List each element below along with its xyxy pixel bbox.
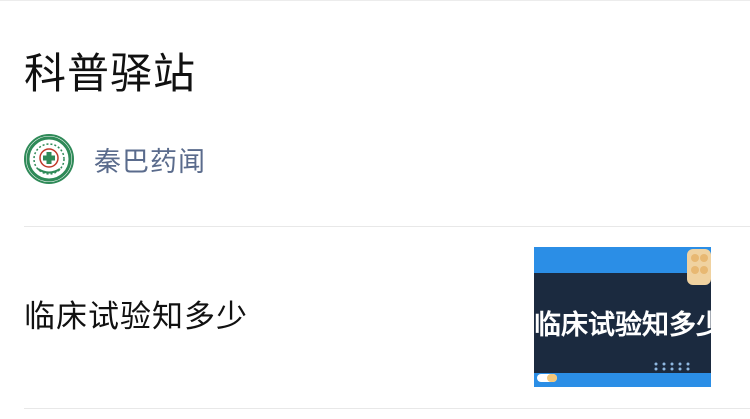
account-row[interactable]: 秦巴药闻 (24, 134, 206, 184)
pill-blister-icon (687, 249, 711, 285)
hospital-logo-icon (26, 136, 72, 182)
thumbnail-text: 临床试验知多少 (534, 310, 711, 341)
avatar[interactable] (24, 134, 74, 184)
account-name[interactable]: 秦巴药闻 (94, 140, 206, 179)
page-title: 科普驿站 (24, 49, 197, 98)
top-divider (0, 0, 750, 1)
article-list-item[interactable]: 临床试验知多少 临床试验知多少 (0, 227, 750, 408)
article-thumbnail[interactable]: 临床试验知多少 (534, 247, 711, 387)
dots-decoration-icon (654, 362, 690, 371)
article-title[interactable]: 临床试验知多少 (24, 295, 248, 339)
capsule-icon (537, 374, 557, 382)
bottom-divider (24, 408, 750, 409)
